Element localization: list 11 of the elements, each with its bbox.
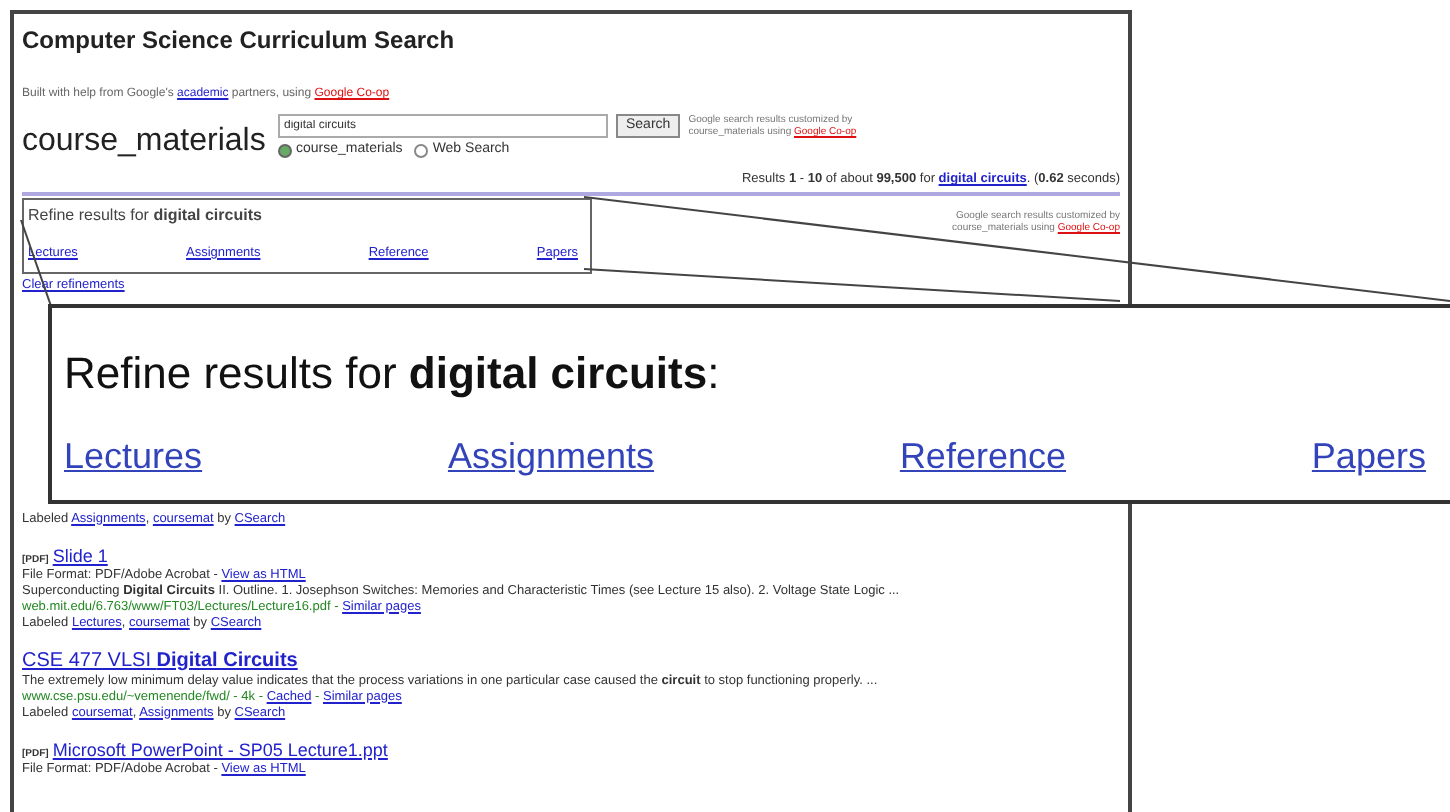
refine-link[interactable]: Assignments bbox=[447, 430, 655, 484]
refine-heading: Refine results for digital circuits bbox=[28, 203, 264, 228]
callout-heading: Refine results for digital circuits: bbox=[64, 346, 722, 402]
engine-name: course_materials bbox=[22, 122, 268, 162]
refine-link[interactable]: Papers bbox=[1311, 430, 1426, 484]
refine-link[interactable]: Lectures bbox=[64, 430, 203, 484]
result-title-link[interactable]: Slide 1 bbox=[52, 545, 108, 567]
page-title: Computer Science Curriculum Search bbox=[22, 24, 457, 58]
result-title-link[interactable]: CSE 477 VLSI Digital Circuits bbox=[22, 649, 298, 673]
result-title-link[interactable]: Microsoft PowerPoint - SP05 Lecture1.ppt bbox=[52, 739, 388, 761]
refine-link[interactable]: Reference bbox=[899, 430, 1066, 484]
